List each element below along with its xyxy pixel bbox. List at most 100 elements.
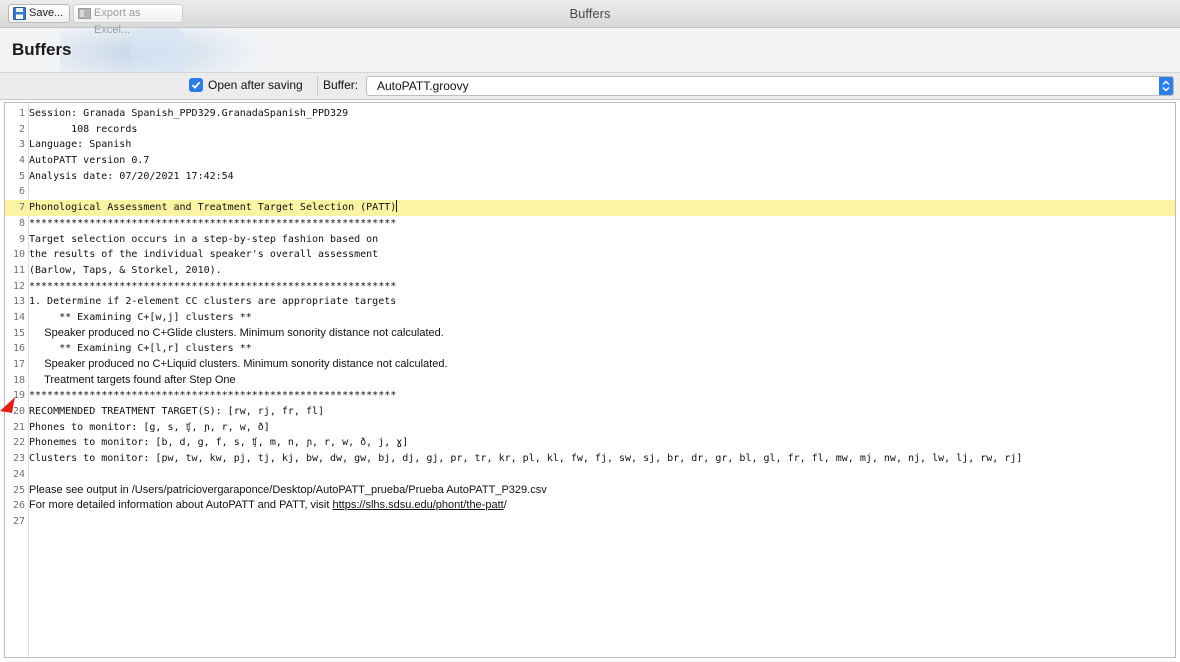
buffer-text-editor[interactable]: 1 Session: Granada Spanish_PPD329.Granada… [4, 102, 1176, 658]
line-content: Language: Spanish [29, 139, 132, 151]
line-number: 27 [12, 515, 25, 527]
line-content: ****************************************… [29, 217, 397, 229]
line-content: Phones to monitor: [g, s, ʧ, ɲ, r, w, ð] [29, 421, 270, 433]
editor-line: 24 [5, 467, 1175, 483]
line-content: Please see output in /Users/patricioverg… [29, 483, 547, 496]
line-content: the results of the individual speaker's … [29, 249, 379, 261]
line-text: Speaker produced no C+Liquid clusters. M… [29, 357, 448, 373]
editor-line: 7 Phonological Assessment and Treatment T… [5, 200, 1175, 216]
editor-line: 10 the results of the individual speaker'… [5, 247, 1175, 263]
line-number: 16 [12, 343, 25, 355]
line-text: Phones to monitor: [g, s, ʧ, ɲ, r, w, ð] [29, 420, 270, 436]
line-content: Speaker produced no C+Liquid clusters. M… [29, 358, 448, 370]
editor-line: 8 ***************************************… [5, 216, 1175, 232]
open-after-saving-label: Open after saving [208, 78, 303, 92]
line-content: Target selection occurs in a step-by-ste… [29, 233, 379, 245]
line-number: 6 [18, 186, 25, 198]
line-number: 26 [12, 500, 25, 512]
line-number: 1 [18, 108, 25, 119]
link-suffix: / [503, 499, 507, 512]
editor-line: 23 Clusters to monitor: [pw, tw, kw, pj, … [5, 451, 1175, 467]
line-number: 8 [18, 217, 25, 229]
line-text: Analysis date: 07/20/2021 17:42:54 [29, 169, 234, 185]
line-text: Target selection occurs in a step-by-ste… [29, 232, 378, 248]
line-text: ** Examining C+[w,j] clusters ** [29, 310, 252, 326]
line-content: 1. Determine if 2-element CC clusters ar… [29, 296, 397, 308]
line-content: Phonemes to monitor: [b, d, g, f, s, ʧ, … [29, 437, 409, 449]
line-number: 25 [12, 484, 25, 496]
line-text: Phonemes to monitor: [b, d, g, f, s, ʧ, … [29, 435, 408, 451]
line-text: For more detailed information about Auto… [29, 498, 507, 514]
editor-line: 2 108 records [5, 122, 1175, 138]
editor-line: 14 ** Examining C+[w,j] clusters ** [5, 310, 1175, 326]
line-text: (Barlow, Taps, & Storkel, 2010). [29, 263, 222, 279]
line-number: 10 [12, 249, 25, 261]
line-text: Language: Spanish [29, 137, 131, 153]
line-number: 11 [12, 264, 25, 276]
line-content: (Barlow, Taps, & Storkel, 2010). [29, 264, 222, 276]
line-content: Phonological Assessment and Treatment Ta… [29, 202, 397, 214]
line-number: 9 [18, 233, 25, 245]
line-content: ** Examining C+[l,r] clusters ** [29, 343, 252, 355]
line-number: 24 [12, 468, 25, 480]
buffer-select[interactable]: AutoPATT.groovy [366, 76, 1174, 96]
editor-line: 20 RECOMMENDED TREATMENT TARGET(S): [rw, … [5, 404, 1175, 420]
editor-line: 21 Phones to monitor: [g, s, ʧ, ɲ, r, w, … [5, 420, 1175, 436]
editor-line: 27 [5, 514, 1175, 530]
line-text: 108 records [29, 122, 137, 138]
line-content: Speaker produced no C+Glide clusters. Mi… [29, 326, 444, 339]
editor-line: 12 **************************************… [5, 279, 1175, 295]
line-number: 21 [12, 421, 25, 433]
editor-line: 26 For more detailed information about Au… [5, 498, 1175, 514]
editor-line: 19 **************************************… [5, 388, 1175, 404]
save-button-label: Save... [29, 7, 64, 19]
editor-line: 3 Language: Spanish [5, 137, 1175, 153]
save-button[interactable]: Save... [8, 4, 70, 23]
editor-line: 11 (Barlow, Taps, & Storkel, 2010). [5, 263, 1175, 279]
line-number: 13 [12, 296, 25, 308]
line-text: ** Examining C+[l,r] clusters ** [29, 341, 252, 357]
checkmark-icon [191, 81, 201, 89]
line-number: 5 [18, 170, 25, 182]
line-number: 4 [18, 155, 25, 167]
line-content: Treatment targets found after Step One [29, 373, 236, 386]
open-after-saving-checkbox[interactable] [189, 78, 203, 92]
line-content: Analysis date: 07/20/2021 17:42:54 [29, 170, 234, 182]
editor-line: 4 AutoPATT version 0.7 [5, 153, 1175, 169]
toolbar-divider [317, 76, 318, 96]
line-number: 22 [12, 437, 25, 449]
line-text: ****************************************… [29, 388, 396, 404]
line-content: ****************************************… [29, 390, 397, 402]
line-text: Clusters to monitor: [pw, tw, kw, pj, tj… [29, 451, 1022, 467]
line-text: Treatment targets found after Step One [29, 373, 236, 389]
editor-line: 13 1. Determine if 2-element CC clusters … [5, 294, 1175, 310]
excel-icon [78, 8, 91, 19]
header-banner: Buffers [0, 28, 1180, 72]
red-arrow-icon [0, 397, 15, 413]
editor-line: 22 Phonemes to monitor: [b, d, g, f, s, ʧ… [5, 435, 1175, 451]
line-content: 108 records [29, 123, 138, 135]
line-number: 7 [18, 202, 25, 214]
line-content: ** Examining C+[w,j] clusters ** [29, 311, 252, 323]
line-text: 1. Determine if 2-element CC clusters ar… [29, 294, 396, 310]
line-text: Session: Granada Spanish_PPD329.GranadaS… [29, 106, 348, 122]
floppy-disk-icon [13, 7, 26, 20]
page-title: Buffers [12, 40, 72, 59]
header-decoration-circle [130, 28, 190, 72]
patt-link[interactable]: https://slhs.sdsu.edu/phont/the-patt [332, 499, 503, 511]
editor-line: 15 Speaker produced no C+Glide clusters.… [5, 326, 1175, 342]
text-caret [396, 200, 398, 213]
editor-line: 1 Session: Granada Spanish_PPD329.Granada… [5, 106, 1175, 122]
line-number: 18 [12, 374, 25, 386]
editor-line: 6 [5, 184, 1175, 200]
line-text: RECOMMENDED TREATMENT TARGET(S): [rw, rj… [29, 404, 324, 420]
line-content: For more detailed information about Auto… [29, 499, 333, 512]
buffer-label: Buffer: [323, 78, 359, 92]
export-excel-button[interactable]: Export as Excel... [73, 4, 183, 36]
editor-line: 16 ** Examining C+[l,r] clusters ** [5, 341, 1175, 357]
line-number: 12 [12, 280, 25, 292]
line-content: ****************************************… [29, 280, 397, 292]
line-number: 14 [12, 311, 25, 323]
line-content: Session: Granada Spanish_PPD329.GranadaS… [29, 108, 349, 119]
editor-line: 25 Please see output in /Users/patriciove… [5, 483, 1175, 499]
